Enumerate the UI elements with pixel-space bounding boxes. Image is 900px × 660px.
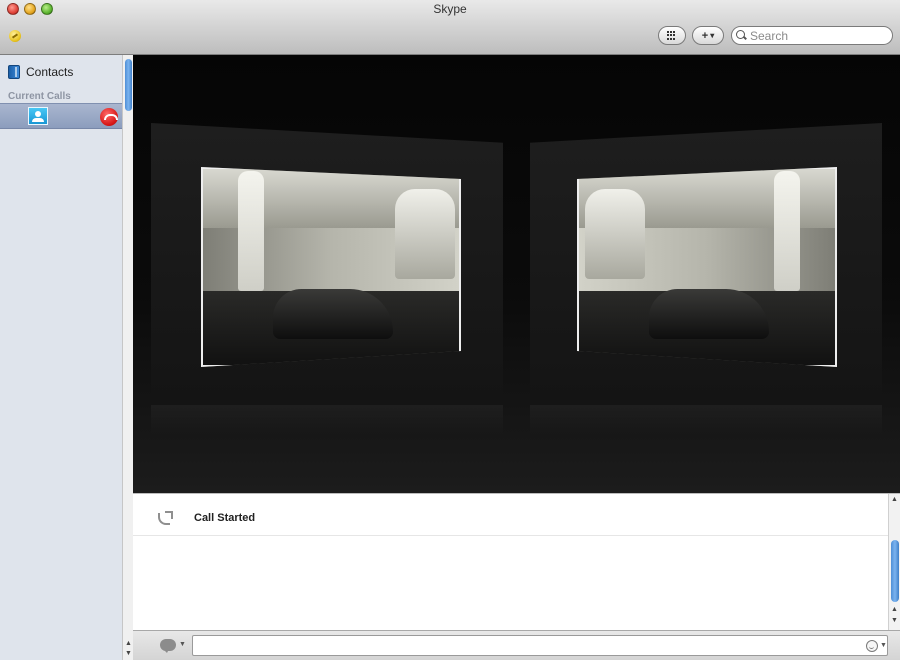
scroll-down-icon[interactable]: ▼ [125, 650, 132, 657]
video-feed-left [201, 167, 461, 367]
sidebar-item-label: Contacts [26, 65, 74, 79]
sidebar-item-contacts[interactable]: Contacts [8, 65, 73, 79]
panel-reflection [151, 405, 503, 435]
video-image [203, 169, 459, 365]
scroll-up-icon[interactable]: ▲ [125, 640, 132, 647]
add-button[interactable]: + ▾ [692, 26, 724, 45]
emoticon-icon[interactable] [866, 640, 878, 652]
sidebar-scroll-thumb[interactable] [125, 59, 132, 111]
window-title: Skype [433, 2, 467, 16]
chat-scroll-thumb[interactable] [891, 540, 899, 602]
section-label-current-calls: Current Calls [8, 91, 71, 102]
chevron-down-icon: ▾ [710, 31, 715, 40]
dialpad-icon [667, 30, 677, 41]
add-icon: + [701, 29, 709, 42]
panel-reflection [530, 405, 882, 435]
hangup-icon[interactable] [100, 108, 118, 126]
chat-mode-icon[interactable] [160, 639, 176, 653]
sidebar: Contacts Current Calls ▲ ▼ [0, 55, 133, 660]
video-feed-right [577, 167, 837, 367]
video-stage [133, 55, 900, 493]
chat-scrollbar[interactable]: ▲ ▲ ▼ [888, 494, 900, 631]
chevron-down-icon[interactable]: ▼ [880, 642, 887, 649]
scroll-down-icon[interactable]: ▼ [891, 617, 898, 624]
search-input[interactable] [750, 28, 890, 43]
status-icon[interactable] [9, 30, 21, 42]
chat-event-text: Call Started [194, 512, 256, 524]
sidebar-scrollbar[interactable]: ▲ ▼ [122, 55, 133, 660]
conference-icon [28, 107, 48, 125]
chevron-down-icon[interactable]: ▼ [179, 641, 186, 648]
window-titlebar: Skype + ▾ [0, 0, 900, 55]
search-field[interactable] [731, 26, 893, 45]
message-bar: ▼ ▼ [133, 630, 900, 660]
message-input[interactable] [192, 635, 888, 656]
scroll-up-icon[interactable]: ▲ [891, 496, 898, 503]
dialpad-button[interactable] [658, 26, 686, 45]
call-started-icon [158, 511, 173, 525]
chat-event-row: Call Started [133, 494, 888, 536]
search-icon [736, 30, 747, 41]
scroll-up-icon[interactable]: ▲ [891, 606, 898, 613]
video-image [579, 169, 835, 365]
chat-history: Call Started ▲ ▲ ▼ [133, 493, 900, 631]
contacts-icon [8, 65, 20, 79]
sidebar-item-current-call[interactable] [0, 103, 122, 129]
